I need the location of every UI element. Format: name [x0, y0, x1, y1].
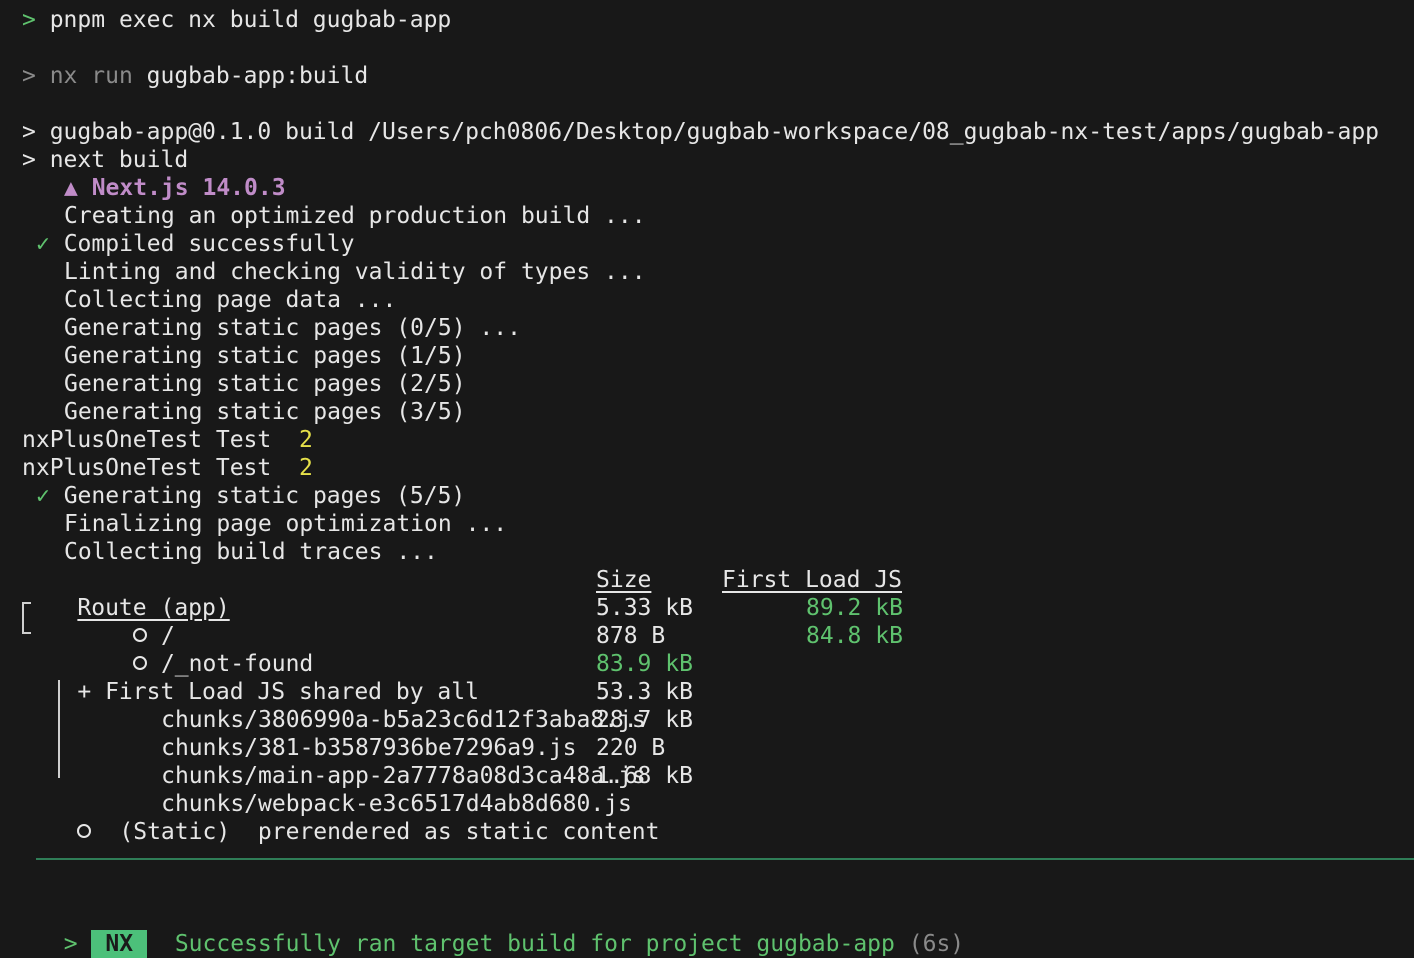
status-line: ✓ Generating static pages (5/5): [22, 482, 1414, 510]
chunk-size: 53.3 kB: [596, 679, 693, 705]
status-line: Linting and checking validity of types .…: [64, 259, 646, 285]
table-row: /_not-found 878 B 84.8 kB: [22, 622, 1414, 677]
status-line: Generating static pages (1/5): [64, 343, 466, 369]
log-line: nxPlusOneTest Test 2: [22, 454, 1414, 482]
status-text: Compiled successfully: [49, 231, 355, 257]
status-line: Finalizing page optimization ...: [64, 511, 508, 537]
route-first-load: 89.2 kB: [806, 595, 903, 621]
log-number: 2: [298, 427, 313, 453]
next-build-line: > next build: [22, 147, 189, 173]
nx-run-label: nx run: [35, 63, 133, 89]
command-text: pnpm exec nx build gugbab-app: [35, 7, 452, 33]
log-number: 2: [298, 455, 313, 481]
size-column-header: Size: [596, 567, 652, 593]
nx-run-target: gugbab-app:build: [132, 63, 369, 89]
log-text: nxPlusOneTest Test: [22, 427, 299, 453]
prompt-symbol: >: [63, 931, 78, 957]
status-line: ✓ Compiled successfully: [22, 230, 1414, 258]
status-line: Collecting build traces ...: [64, 539, 438, 565]
static-circle-icon: [77, 823, 92, 838]
nx-summary-line: > NX Successfully ran target build for p…: [36, 902, 964, 958]
route-size: 878 B: [596, 623, 666, 649]
chunk-list: chunks/3806990a-b5a23c6d12f3aba8.js 53.3…: [22, 678, 1414, 817]
list-item: chunks/381-b3587936be7296a9.js 28.7 kB: [22, 706, 1414, 761]
log-text: nxPlusOneTest Test: [22, 455, 299, 481]
chunk-size: 220 B: [596, 735, 666, 761]
status-line: Creating an optimized production build .…: [64, 203, 646, 229]
table-row: / 5.33 kB 89.2 kB: [22, 594, 1414, 649]
nx-run-line: > nx run gugbab-app:build: [22, 62, 1414, 90]
list-item: chunks/main-app-2a7778a08d3ca48a.js 220 …: [22, 734, 1414, 789]
log-line: nxPlusOneTest Test 2: [22, 426, 1414, 454]
status-line: Collecting page data ...: [64, 287, 397, 313]
check-icon: ✓: [36, 231, 50, 257]
nx-badge: NX: [91, 930, 148, 958]
check-icon: ✓: [36, 483, 50, 509]
legend-label: (Static): [119, 819, 231, 845]
list-item: chunks/3806990a-b5a23c6d12f3aba8.js 53.3…: [22, 678, 1414, 733]
shared-js-size: 83.9 kB: [596, 651, 693, 677]
chunk-size: 1.68 kB: [596, 763, 693, 789]
separator-line: [36, 858, 1414, 860]
route-first-load: 84.8 kB: [806, 623, 903, 649]
command-line: > pnpm exec nx build gugbab-app: [22, 6, 1414, 34]
prompt-symbol: >: [22, 7, 36, 33]
status-text: Generating static pages (5/5): [49, 483, 466, 509]
prompt-symbol: >: [22, 63, 36, 89]
route-rows: / 5.33 kB 89.2 kB /_not-found 878 B 84.8…: [22, 594, 1414, 677]
legend-line: (Static) prerendered as static content: [22, 790, 1414, 845]
status-line: Generating static pages (0/5) ...: [64, 315, 521, 341]
route-size: 5.33 kB: [596, 595, 693, 621]
route-table-header: Route (app) Size First Load JS: [22, 566, 1414, 621]
nextjs-version-line: ▲ Next.js 14.0.3: [22, 174, 1414, 202]
shared-js-row: + First Load JS shared by all 83.9 kB: [22, 650, 1414, 705]
nx-duration: (6s): [908, 931, 965, 957]
nx-success-message: Successfully ran target build for projec…: [174, 931, 895, 957]
first-load-column-header: First Load JS: [722, 567, 903, 593]
nextjs-version: ▲ Next.js 14.0.3: [64, 175, 286, 201]
chunk-size: 28.7 kB: [596, 707, 693, 733]
terminal-output: > pnpm exec nx build gugbab-app > nx run…: [22, 6, 1414, 845]
legend-description: prerendered as static content: [257, 819, 660, 845]
status-line: Generating static pages (3/5): [64, 399, 466, 425]
status-line: Generating static pages (2/5): [64, 371, 466, 397]
list-item: chunks/webpack-e3c6517d4ab8d680.js 1.68 …: [22, 762, 1414, 817]
build-script-line: > gugbab-app@0.1.0 build /Users/pch0806/…: [22, 119, 1380, 145]
